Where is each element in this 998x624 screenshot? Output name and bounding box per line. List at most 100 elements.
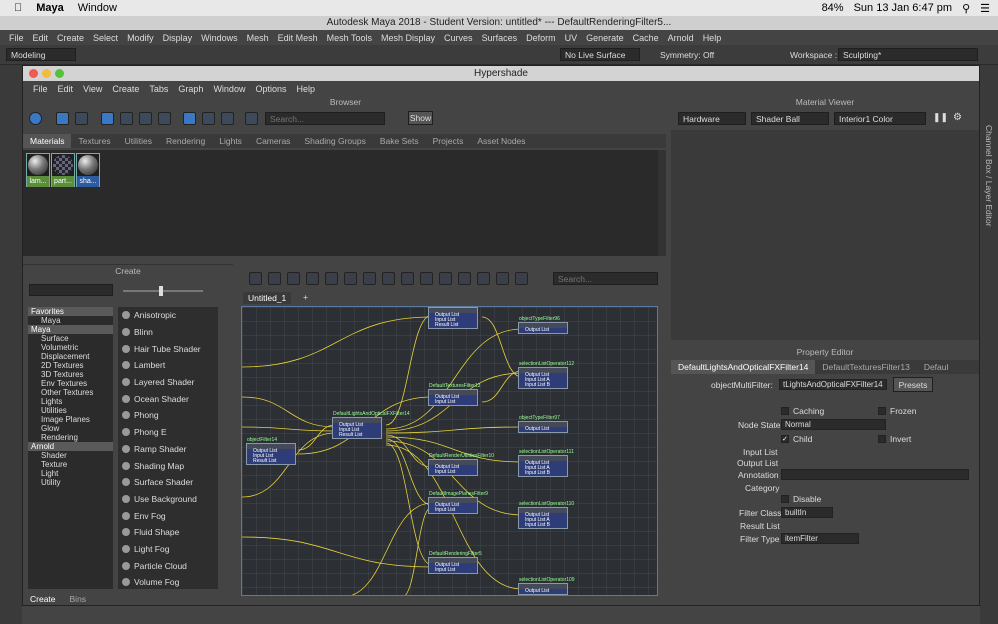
graph-node[interactable]: DefaultImagePlanesFilter9 Output List Inpu… <box>428 491 488 514</box>
environment-dropdown[interactable]: Interior1 Color <box>834 112 926 125</box>
channel-box-strip[interactable]: Channel Box / Layer Editor <box>980 65 998 624</box>
channel-box-label[interactable]: Channel Box / Layer Editor <box>984 125 994 227</box>
graph-node[interactable]: selectionListOperator111 Output List Input… <box>518 449 574 477</box>
tab-lights[interactable]: Lights <box>212 134 249 148</box>
tab-untitled[interactable]: Untitled_1 <box>243 292 292 304</box>
zoom-icon[interactable] <box>55 69 64 78</box>
maya-menu-item[interactable]: Windows <box>201 33 238 43</box>
clock[interactable]: Sun 13 Jan 6:47 pm <box>854 2 952 14</box>
connection-wire[interactable] <box>342 502 433 596</box>
maya-menu-item[interactable]: Arnold <box>668 33 694 43</box>
maya-menu-item[interactable]: Edit <box>33 33 49 43</box>
maya-menu-item[interactable]: Mesh <box>247 33 269 43</box>
list-view-icon[interactable] <box>75 112 88 125</box>
tab-asset-nodes[interactable]: Asset Nodes <box>470 134 532 148</box>
node-list-item[interactable]: Ocean Shader <box>118 390 218 407</box>
graph-tool-icon[interactable] <box>382 272 395 285</box>
tab-property-node[interactable]: DefaultTexturesFilter13 <box>815 360 916 374</box>
node-list-item[interactable]: Blinn <box>118 324 218 341</box>
search-icon[interactable]: ⚲ <box>962 2 970 15</box>
menu-icon[interactable]: ☰ <box>980 2 990 15</box>
tree-item[interactable]: Utilities <box>28 406 113 415</box>
filter-type-dropdown[interactable]: itemFilter <box>781 533 859 544</box>
tree-item[interactable]: Utility <box>28 478 113 487</box>
live-surface-field[interactable]: No Live Surface <box>560 48 640 61</box>
graph-node[interactable]: DefaultRenderUtilitiesFilter10 Output Lis… <box>428 453 494 476</box>
maya-menu-item[interactable]: Select <box>93 33 118 43</box>
maya-menu-item[interactable]: Modify <box>127 33 154 43</box>
node-graph-canvas[interactable]: Output List Input List Result List objectTy… <box>241 306 658 596</box>
graph-node[interactable]: DefaultLightsAndOpticalFXFilter14 Output … <box>332 411 410 439</box>
node-list-item[interactable]: Use Background <box>118 491 218 508</box>
hypershade-menu-item[interactable]: File <box>33 84 48 94</box>
icon-view-large-icon[interactable] <box>139 112 152 125</box>
graph-tool-icon[interactable] <box>477 272 490 285</box>
connection-wire[interactable] <box>385 314 433 426</box>
icon-view-xlarge-icon[interactable] <box>158 112 171 125</box>
show-button[interactable]: Show <box>408 111 433 125</box>
material-swatch[interactable]: sha... <box>76 153 100 187</box>
graph-node[interactable]: objectFilter14 Output List Input List Resul… <box>246 437 296 465</box>
tree-item[interactable]: Surface <box>28 334 113 343</box>
graph-tool-icon[interactable] <box>515 272 528 285</box>
filter-class-dropdown[interactable]: builtIn <box>781 507 833 518</box>
graph-tool-icon[interactable] <box>439 272 452 285</box>
tree-item[interactable]: Displacement <box>28 352 113 361</box>
tree-item[interactable]: Light <box>28 469 113 478</box>
tab-utilities[interactable]: Utilities <box>118 134 159 148</box>
tree-item[interactable]: Image Planes <box>28 415 113 424</box>
hypershade-menu-item[interactable]: Graph <box>178 84 203 94</box>
search-icon[interactable] <box>245 112 258 125</box>
maya-menu-item[interactable]: Surfaces <box>482 33 518 43</box>
workspace-dropdown[interactable]: Sculpting* <box>838 48 978 61</box>
battery-label[interactable]: 84% <box>822 2 844 14</box>
connection-wire[interactable] <box>385 426 523 434</box>
connection-wire[interactable] <box>242 316 433 368</box>
node-list-item[interactable]: Anisotropic <box>118 307 218 324</box>
material-swatch[interactable]: part... <box>51 153 75 187</box>
hypershade-menu-item[interactable]: Tabs <box>149 84 168 94</box>
node-list-item[interactable]: Surface Shader <box>118 474 218 491</box>
tree-item[interactable]: Texture <box>28 460 113 469</box>
scrollbar[interactable] <box>658 150 666 256</box>
graph-tool-icon[interactable] <box>458 272 471 285</box>
maya-menu-item[interactable]: Display <box>163 33 193 43</box>
graph-node[interactable]: selectionListOperator112 Output List Input… <box>518 361 574 389</box>
tree-item[interactable]: Glow <box>28 424 113 433</box>
graph-tool-icon[interactable] <box>401 272 414 285</box>
invert-checkbox[interactable] <box>878 435 886 443</box>
node-list-item[interactable]: Ramp Shader <box>118 441 218 458</box>
tab-property-node[interactable]: Defaul <box>917 360 956 374</box>
tree-item[interactable]: Rendering <box>28 433 113 442</box>
tree-item[interactable]: Maya <box>28 316 113 325</box>
create-search-input[interactable] <box>29 284 113 296</box>
hypershade-menu-item[interactable]: Help <box>296 84 315 94</box>
tab-shading-groups[interactable]: Shading Groups <box>297 134 372 148</box>
tab-projects[interactable]: Projects <box>426 134 471 148</box>
connection-wire[interactable] <box>242 426 336 432</box>
graph-tool-icon[interactable] <box>306 272 319 285</box>
pause-icon[interactable]: ❚❚ <box>933 112 948 123</box>
graph-node[interactable]: objectTypeFilter96 Output List <box>518 316 568 334</box>
node-list-item[interactable]: Shading Map <box>118 457 218 474</box>
child-checkbox[interactable]: ✓ <box>781 435 789 443</box>
tab-materials[interactable]: Materials <box>23 134 72 148</box>
app-menu[interactable]: Maya <box>36 2 64 14</box>
graph-node[interactable]: Output List Input List Result List <box>428 307 478 329</box>
maya-menu-item[interactable]: Generate <box>586 33 624 43</box>
tab-bins[interactable]: Bins <box>63 592 94 605</box>
connection-wire[interactable] <box>402 506 433 596</box>
maya-menu-item[interactable]: Create <box>57 33 84 43</box>
swatch-view-icon[interactable] <box>56 112 69 125</box>
tab-bake-sets[interactable]: Bake Sets <box>373 134 426 148</box>
renderer-dropdown[interactable]: Hardware <box>678 112 746 125</box>
node-list-item[interactable]: Lambert <box>118 357 218 374</box>
tab-property-node[interactable]: DefaultLightsAndOpticalFXFilter14 <box>671 360 816 374</box>
tree-item[interactable]: 3D Textures <box>28 370 113 379</box>
tree-item[interactable]: Maya <box>28 325 113 334</box>
maya-menu-item[interactable]: Curves <box>444 33 473 43</box>
graph-node[interactable]: objectTypeFilter97 Output List <box>518 415 568 433</box>
refresh-icon[interactable] <box>221 112 234 125</box>
graph-node[interactable]: selectionListOperator109 Output List <box>518 577 575 595</box>
tab-textures[interactable]: Textures <box>71 134 117 148</box>
